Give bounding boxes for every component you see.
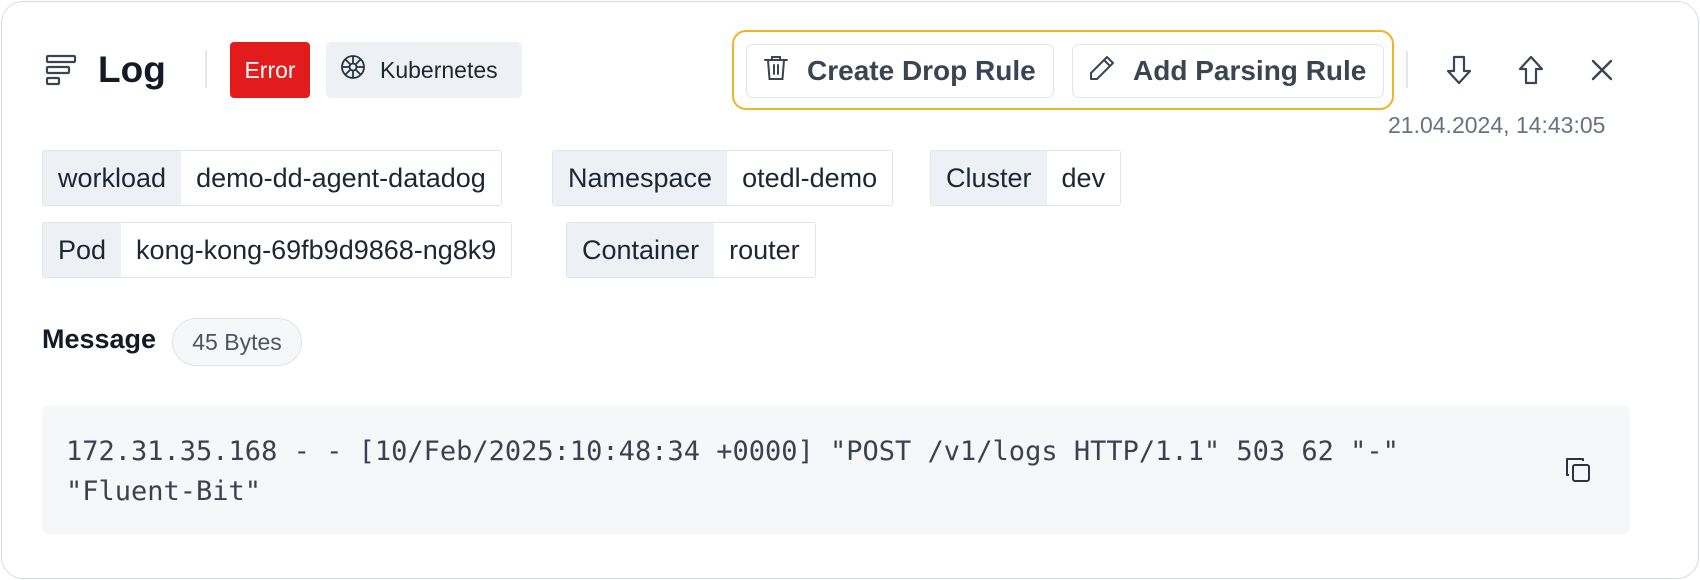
message-text: 172.31.35.168 - - [10/Feb/2025:10:48:34 … xyxy=(66,436,1416,507)
message-label: Message xyxy=(42,324,157,354)
tag-key: Pod xyxy=(43,223,122,277)
kubernetes-helm-icon xyxy=(338,52,368,88)
message-body: 172.31.35.168 - - [10/Feb/2025:10:48:34 … xyxy=(42,406,1630,534)
tag-value: dev xyxy=(1046,151,1121,205)
log-timestamp: 21.04.2024, 14:43:05 xyxy=(1388,112,1606,138)
tag-container: Container router xyxy=(566,222,816,278)
create-drop-rule-label: Create Drop Rule xyxy=(807,55,1036,86)
tag-value: demo-dd-agent-datadog xyxy=(181,151,501,205)
tag-key: workload xyxy=(43,151,182,205)
previous-log-button[interactable] xyxy=(1513,52,1549,88)
tag-key: Container xyxy=(567,223,715,277)
pencil-icon xyxy=(1087,53,1117,90)
level-badge: Error xyxy=(230,42,310,98)
divider xyxy=(1406,51,1408,88)
log-detail-panel: Log Error Kubernetes Create Drop Rule Ad… xyxy=(1,1,1699,579)
tag-key: Namespace xyxy=(553,151,728,205)
tag-namespace: Namespace otedl-demo xyxy=(552,150,894,206)
rule-actions-group: Create Drop Rule Add Parsing Rule xyxy=(732,30,1394,110)
panel-title: Log xyxy=(98,49,166,90)
tag-value: kong-kong-69fb9d9868-ng8k9 xyxy=(121,223,512,277)
tag-cluster: Cluster dev xyxy=(930,150,1122,206)
message-size-badge: 45 Bytes xyxy=(172,318,302,366)
copy-message-button[interactable] xyxy=(1562,454,1594,486)
trash-icon xyxy=(761,53,791,90)
tag-workload: workload demo-dd-agent-datadog xyxy=(42,150,502,206)
source-badge: Kubernetes xyxy=(326,42,522,98)
tag-key: Cluster xyxy=(931,151,1047,205)
source-badge-label: Kubernetes xyxy=(380,56,498,83)
arrow-down-icon xyxy=(1441,55,1477,92)
close-icon xyxy=(1584,59,1620,92)
close-button[interactable] xyxy=(1584,52,1620,88)
copy-icon xyxy=(1562,458,1594,490)
log-lines-icon xyxy=(45,53,79,87)
divider xyxy=(205,51,207,88)
create-drop-rule-button[interactable]: Create Drop Rule xyxy=(746,44,1054,98)
tag-pod: Pod kong-kong-69fb9d9868-ng8k9 xyxy=(42,222,513,278)
arrow-up-icon xyxy=(1513,55,1549,92)
add-parsing-rule-label: Add Parsing Rule xyxy=(1133,55,1367,86)
tag-value: otedl-demo xyxy=(727,151,893,205)
tag-value: router xyxy=(714,223,815,277)
next-log-button[interactable] xyxy=(1441,52,1477,88)
add-parsing-rule-button[interactable]: Add Parsing Rule xyxy=(1072,44,1384,98)
